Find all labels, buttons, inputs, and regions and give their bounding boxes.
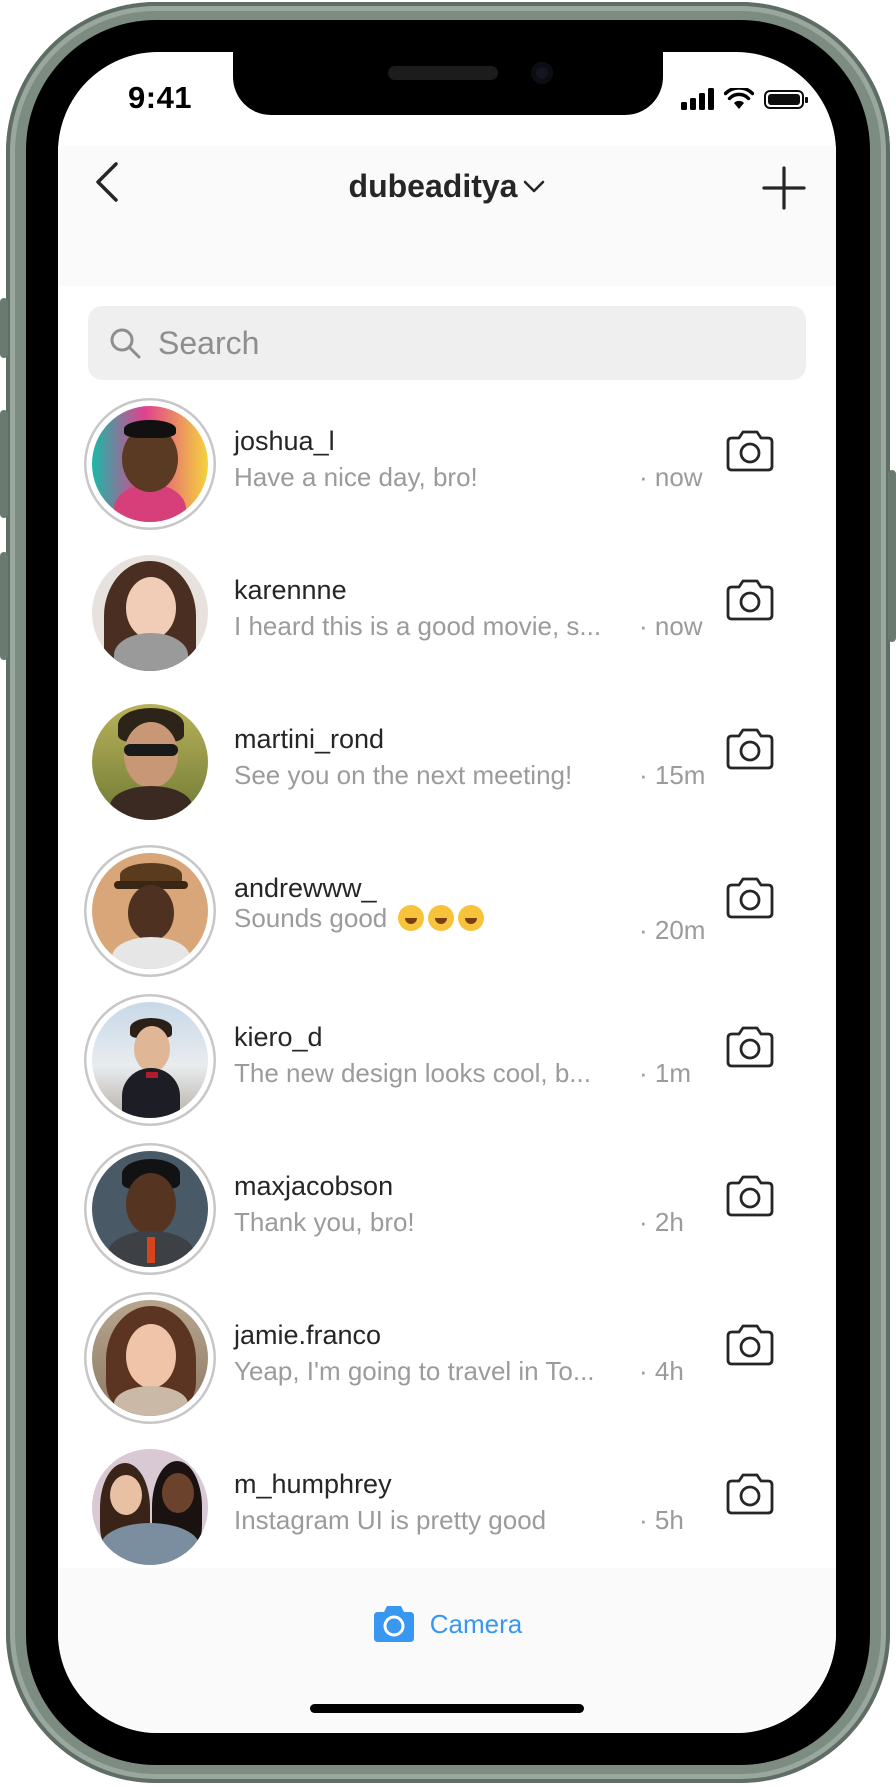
story-ring xyxy=(84,1292,216,1424)
conversation-row[interactable]: joshua_l Have a nice day, bro! · now xyxy=(58,390,836,539)
camera-icon[interactable] xyxy=(724,428,776,474)
header xyxy=(58,146,836,286)
joy-emoji xyxy=(398,905,425,931)
avatar-wrap xyxy=(84,696,216,828)
camera-icon[interactable] xyxy=(724,1471,776,1517)
front-camera xyxy=(531,62,553,84)
camera-filled-icon xyxy=(373,1606,414,1642)
message-time: · 4h xyxy=(639,1356,684,1386)
conversation-row[interactable]: jamie.franco Yeap, I'm going to travel i… xyxy=(58,1284,836,1433)
avatar[interactable] xyxy=(92,853,208,969)
message-preview: Instagram UI is pretty good xyxy=(234,1505,547,1535)
camera-icon[interactable] xyxy=(724,577,776,623)
conversation-row[interactable]: kiero_d The new design looks cool, b... … xyxy=(58,986,836,1135)
message-time: · 5h xyxy=(639,1505,684,1535)
avatar[interactable] xyxy=(92,1300,208,1416)
message-preview: Sounds good xyxy=(234,903,619,934)
volume-down-button xyxy=(0,552,8,660)
avatar[interactable] xyxy=(92,1002,208,1118)
camera-icon[interactable] xyxy=(724,1024,776,1070)
battery-icon xyxy=(764,89,808,109)
joy-emoji xyxy=(428,905,455,931)
story-ring xyxy=(84,845,216,977)
camera-icon[interactable] xyxy=(724,875,776,921)
search-bar[interactable] xyxy=(88,306,806,380)
camera-icon[interactable] xyxy=(724,1173,776,1219)
side-button xyxy=(0,298,8,358)
joy-emoji xyxy=(458,905,485,931)
chevron-down-icon xyxy=(524,180,545,192)
camera-button[interactable]: Camera xyxy=(58,1604,836,1644)
message-time: · now xyxy=(639,462,703,492)
message-preview: Yeap, I'm going to travel in To... xyxy=(234,1356,595,1386)
message-time: · 20m xyxy=(639,915,706,945)
conversation-row[interactable]: martini_rond See you on the next meeting… xyxy=(58,688,836,837)
search-icon xyxy=(110,328,141,359)
message-time: · 2h xyxy=(639,1207,684,1237)
conversation-username: joshua_l xyxy=(234,426,335,456)
notch xyxy=(233,52,663,115)
conversation-row[interactable]: m_humphrey Instagram UI is pretty good ·… xyxy=(58,1433,836,1582)
camera-label: Camera xyxy=(429,1608,523,1639)
conversation-username: martini_rond xyxy=(234,724,385,754)
conversation-username: jamie.franco xyxy=(234,1320,382,1350)
speaker xyxy=(388,66,498,80)
message-time: · 15m xyxy=(639,760,706,790)
screen: 9:41 dubeaditya Search joshua_l Have a n… xyxy=(58,52,836,1733)
conversation-username: m_humphrey xyxy=(234,1469,392,1499)
wifi-icon xyxy=(724,88,754,109)
message-preview: I heard this is a good movie, s... xyxy=(234,611,602,641)
signal-icon xyxy=(681,88,714,110)
conversation-username: karennne xyxy=(234,575,347,605)
message-preview: Thank you, bro! xyxy=(234,1207,415,1237)
message-time: · 1m xyxy=(639,1058,691,1088)
page-title: dubeaditya xyxy=(348,168,518,204)
avatar[interactable] xyxy=(92,1449,208,1565)
camera-icon[interactable] xyxy=(724,726,776,772)
conversation-row[interactable]: andrewww_ Sounds good · 20m xyxy=(58,837,836,986)
power-button xyxy=(888,470,896,642)
conversation-username: andrewww_ xyxy=(234,873,377,903)
conversation-username: maxjacobson xyxy=(234,1171,394,1201)
message-preview: See you on the next meeting! xyxy=(234,760,573,790)
volume-up-button xyxy=(0,410,8,518)
message-preview: Have a nice day, bro! xyxy=(234,462,478,492)
search-input[interactable] xyxy=(156,323,760,363)
conversation-row[interactable]: karennne I heard this is a good movie, s… xyxy=(58,539,836,688)
conversation-row[interactable]: maxjacobson Thank you, bro! · 2h xyxy=(58,1135,836,1284)
new-message-plus-icon[interactable] xyxy=(760,164,808,212)
story-ring xyxy=(84,994,216,1126)
conversation-list: joshua_l Have a nice day, bro! · now kar… xyxy=(58,390,836,1642)
account-switcher[interactable]: dubeaditya xyxy=(349,168,546,205)
message-preview: The new design looks cool, b... xyxy=(234,1058,591,1088)
status-icons xyxy=(681,88,808,110)
title-wrap: dubeaditya xyxy=(58,168,836,205)
status-time: 9:41 xyxy=(128,80,193,115)
avatar-wrap xyxy=(84,547,216,679)
avatar[interactable] xyxy=(92,704,208,820)
avatar[interactable] xyxy=(92,406,208,522)
avatar-wrap xyxy=(84,1441,216,1573)
message-time: · now xyxy=(639,611,703,641)
story-ring xyxy=(84,1143,216,1275)
avatar[interactable] xyxy=(92,1151,208,1267)
conversation-username: kiero_d xyxy=(234,1022,323,1052)
camera-icon[interactable] xyxy=(724,1322,776,1368)
home-indicator xyxy=(310,1704,584,1713)
avatar[interactable] xyxy=(92,555,208,671)
story-ring xyxy=(84,398,216,530)
message-preview-text: Sounds good xyxy=(234,903,388,933)
